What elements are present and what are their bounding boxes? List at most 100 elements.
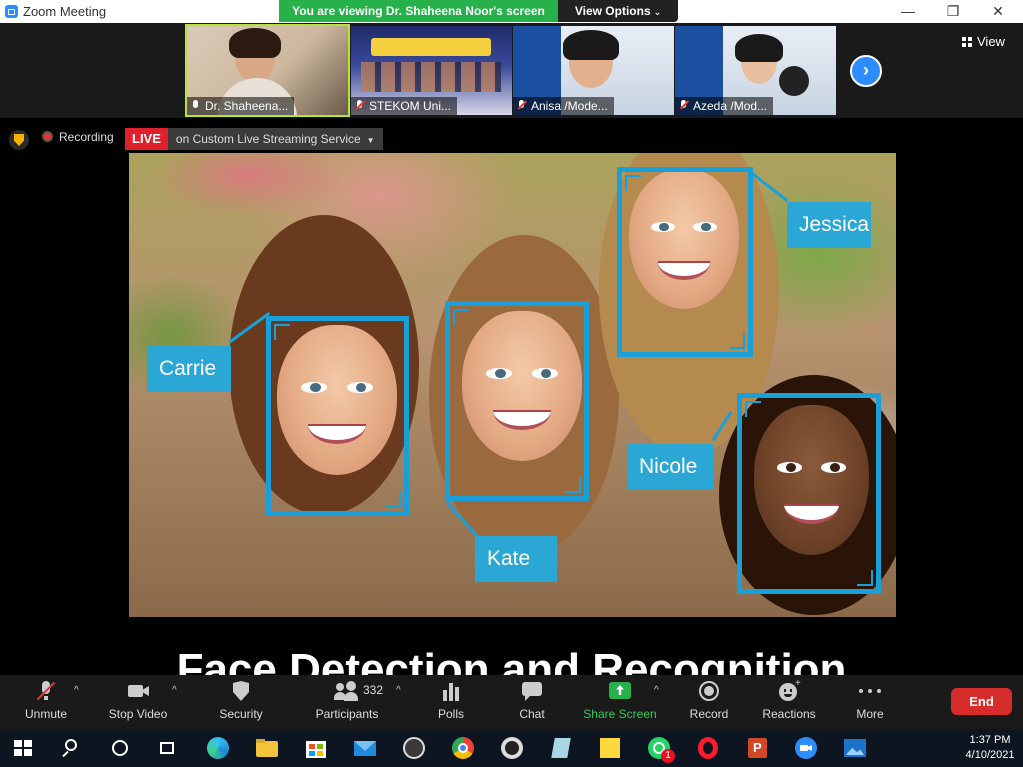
microsoft-store-icon[interactable] bbox=[304, 736, 328, 760]
meeting-controls-bar: Unmute ^ Stop Video ^ Security Participa… bbox=[0, 675, 1023, 729]
name-tag-carrie: Carrie bbox=[147, 346, 231, 392]
stop-video-label: Stop Video bbox=[108, 707, 168, 721]
name-tag-kate: Kate bbox=[475, 536, 557, 582]
file-explorer-icon[interactable] bbox=[255, 736, 279, 760]
obs-icon[interactable] bbox=[402, 736, 426, 760]
bar-chart-icon bbox=[440, 681, 462, 701]
live-service-label: on Custom Live Streaming Service bbox=[175, 132, 361, 146]
security-shield-icon[interactable] bbox=[9, 130, 29, 150]
photos-icon[interactable] bbox=[843, 736, 867, 760]
unmute-label: Unmute bbox=[24, 707, 68, 721]
record-icon bbox=[698, 681, 720, 701]
microphone-graphic bbox=[779, 66, 809, 96]
more-label: More bbox=[856, 707, 884, 721]
minimize-button[interactable]: — bbox=[888, 1, 928, 21]
mail-icon[interactable] bbox=[353, 736, 377, 760]
thumbnail-name-tag: Dr. Shaheena... bbox=[187, 97, 295, 115]
chat-button[interactable]: Chat bbox=[492, 681, 572, 721]
clock-date: 4/10/2021 bbox=[965, 749, 1015, 761]
edge-browser-icon[interactable] bbox=[206, 736, 230, 760]
notification-badge: 1 bbox=[661, 749, 675, 763]
share-options-caret[interactable]: ^ bbox=[654, 685, 659, 696]
inkscape-icon[interactable] bbox=[500, 736, 524, 760]
end-meeting-button[interactable]: End bbox=[951, 688, 1012, 715]
zoom-logo-icon bbox=[5, 5, 18, 18]
view-label: View bbox=[977, 34, 1005, 49]
recording-indicator[interactable]: Recording bbox=[42, 130, 114, 144]
notepad-icon[interactable] bbox=[549, 736, 573, 760]
powerpoint-icon[interactable]: P bbox=[745, 736, 769, 760]
sticky-notes-icon[interactable] bbox=[598, 736, 622, 760]
whatsapp-icon[interactable]: 1 bbox=[647, 736, 675, 763]
more-dots-icon bbox=[859, 681, 881, 701]
more-button[interactable]: More bbox=[830, 681, 910, 721]
next-page-button[interactable]: › bbox=[850, 55, 882, 87]
view-options-label: View Options bbox=[574, 4, 651, 18]
face-detection-image: Carrie Kate Jessica Nicole bbox=[129, 153, 896, 617]
slide-title: Face Detection and Recognition bbox=[176, 645, 847, 675]
grid-icon bbox=[962, 37, 972, 47]
live-badge: LIVE bbox=[125, 128, 168, 150]
window-title: Zoom Meeting bbox=[23, 4, 107, 19]
audio-options-caret[interactable]: ^ bbox=[74, 685, 79, 696]
stop-video-button[interactable]: Stop Video bbox=[98, 681, 178, 721]
cortana-icon[interactable] bbox=[108, 736, 132, 760]
video-options-caret[interactable]: ^ bbox=[172, 685, 177, 696]
security-button[interactable]: Security bbox=[201, 681, 281, 721]
record-label: Record bbox=[689, 707, 729, 721]
record-dot-icon bbox=[42, 131, 53, 142]
participants-options-caret[interactable]: ^ bbox=[396, 685, 401, 696]
view-options-button[interactable]: View Options ⌄ bbox=[558, 0, 678, 22]
viewing-screen-banner: You are viewing Dr. Shaheena Noor's scre… bbox=[279, 0, 558, 22]
video-thumbnail[interactable]: STEKOM Uni... bbox=[351, 26, 512, 115]
share-screen-button[interactable]: Share Screen bbox=[580, 681, 660, 721]
share-screen-icon bbox=[609, 681, 631, 701]
reactions-label: Reactions bbox=[762, 707, 816, 721]
windows-taskbar: 1 P 1:37 PM 4/10/2021 bbox=[0, 729, 1023, 767]
detection-box-nicole bbox=[737, 393, 881, 594]
name-tag-nicole: Nicole bbox=[627, 444, 713, 490]
recording-status-bar: Recording LIVE on Custom Live Streaming … bbox=[0, 118, 1023, 153]
chat-bubble-icon bbox=[521, 681, 543, 701]
microphone-muted-icon bbox=[355, 100, 364, 111]
participant-name: STEKOM Uni... bbox=[369, 99, 452, 113]
participant-name: Dr. Shaheena... bbox=[205, 99, 289, 113]
search-icon[interactable] bbox=[60, 736, 84, 760]
close-button[interactable]: ✕ bbox=[978, 1, 1018, 21]
video-thumbnail[interactable]: Dr. Shaheena... bbox=[185, 24, 350, 117]
video-camera-icon bbox=[127, 681, 149, 701]
shared-screen: Carrie Kate Jessica Nicole Face Detectio… bbox=[0, 153, 1023, 675]
participants-label: Participants bbox=[315, 707, 379, 721]
participants-icon bbox=[334, 681, 358, 701]
chrome-icon[interactable] bbox=[451, 736, 475, 760]
live-service-dropdown[interactable]: on Custom Live Streaming Service ▼ bbox=[167, 128, 383, 150]
security-label: Security bbox=[219, 707, 263, 721]
microphone-icon bbox=[191, 100, 200, 111]
thumbnail-name-tag: Azeda /Mod... bbox=[675, 97, 774, 115]
microphone-muted-icon bbox=[679, 100, 688, 111]
record-button[interactable]: Record bbox=[669, 681, 749, 721]
task-view-icon[interactable] bbox=[156, 736, 180, 760]
opera-icon[interactable] bbox=[696, 736, 720, 760]
system-clock[interactable]: 1:37 PM 4/10/2021 bbox=[960, 733, 1020, 763]
name-tag-jessica: Jessica bbox=[787, 202, 871, 248]
zoom-app-icon[interactable] bbox=[794, 736, 818, 760]
live-stream-indicator[interactable]: LIVE on Custom Live Streaming Service ▼ bbox=[125, 128, 383, 150]
detection-box-carrie bbox=[266, 316, 409, 516]
participant-hair bbox=[229, 28, 281, 58]
detection-box-kate bbox=[445, 301, 589, 501]
participants-count: 332 bbox=[363, 683, 384, 697]
view-layout-button[interactable]: View bbox=[962, 34, 1005, 49]
video-thumbnail[interactable]: Anisa /Mode... bbox=[513, 26, 674, 115]
maximize-button[interactable]: ❐ bbox=[933, 1, 973, 21]
chat-label: Chat bbox=[519, 707, 545, 721]
participant-name: Azeda /Mod... bbox=[693, 99, 768, 113]
video-thumbnail[interactable]: Azeda /Mod... bbox=[675, 26, 836, 115]
microphone-muted-icon bbox=[517, 100, 526, 111]
windows-start-icon[interactable] bbox=[12, 736, 36, 760]
clock-time: 1:37 PM bbox=[969, 734, 1011, 746]
reactions-button[interactable]: + Reactions bbox=[749, 679, 829, 722]
polls-button[interactable]: Polls bbox=[411, 681, 491, 721]
shield-icon bbox=[230, 681, 252, 701]
recording-label: Recording bbox=[59, 130, 114, 144]
